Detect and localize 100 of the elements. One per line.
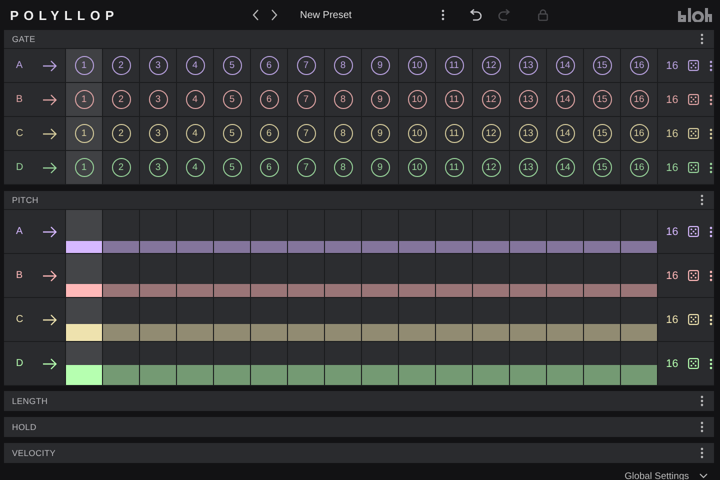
step-cell[interactable]: 11 — [436, 151, 472, 184]
step-cell[interactable]: 12 — [473, 49, 509, 82]
step-button[interactable]: 14 — [556, 56, 574, 75]
step-button[interactable]: 4 — [186, 124, 204, 143]
collapsed-section[interactable]: VELOCITY — [4, 443, 714, 463]
preset-name[interactable]: New Preset — [300, 10, 352, 20]
step-cell[interactable]: 13 — [510, 151, 546, 184]
step-cell[interactable]: 6 — [251, 117, 287, 150]
step-button[interactable]: 16 — [630, 158, 648, 177]
step-cell[interactable]: 3 — [140, 49, 176, 82]
step-button[interactable]: 9 — [370, 124, 390, 143]
step-cell[interactable]: 8 — [325, 117, 361, 150]
step-button[interactable]: 1 — [74, 90, 94, 109]
step-cell[interactable]: 4 — [177, 117, 213, 150]
length-value[interactable]: 16 — [666, 226, 678, 238]
step-cell[interactable]: 1 — [66, 117, 102, 150]
step-button[interactable]: 7 — [296, 158, 316, 177]
step-button[interactable]: 6 — [260, 56, 278, 75]
step-button[interactable]: 5 — [222, 124, 242, 143]
step-button[interactable]: 1 — [74, 124, 94, 143]
step-cell[interactable]: 14 — [547, 117, 583, 150]
step-button[interactable]: 10 — [408, 158, 426, 177]
step-cell[interactable]: 9 — [362, 117, 398, 150]
step-cell[interactable]: 6 — [251, 83, 287, 116]
step-cell[interactable]: 10 — [399, 151, 435, 184]
step-button[interactable]: 11 — [444, 90, 464, 109]
step-cell[interactable]: 12 — [473, 83, 509, 116]
step-button[interactable]: 3 — [148, 124, 168, 143]
step-button[interactable]: 3 — [148, 56, 168, 75]
step-cell[interactable]: 12 — [473, 117, 509, 150]
step-button[interactable]: 2 — [112, 56, 130, 75]
step-cell[interactable]: 10 — [399, 83, 435, 116]
length-value[interactable]: 16 — [666, 314, 678, 326]
step-button[interactable]: 14 — [556, 124, 574, 143]
step-cell[interactable]: 1 — [66, 151, 102, 184]
step-button[interactable]: 15 — [592, 158, 612, 177]
length-value[interactable]: 16 — [666, 270, 678, 282]
step-button[interactable]: 13 — [518, 158, 538, 177]
step-button[interactable]: 9 — [370, 90, 390, 109]
step-button[interactable]: 9 — [370, 56, 390, 75]
step-cell[interactable]: 1 — [66, 83, 102, 116]
step-cell[interactable]: 16 — [621, 151, 657, 184]
step-cell[interactable]: 2 — [103, 83, 139, 116]
step-button[interactable]: 11 — [444, 158, 464, 177]
step-button[interactable]: 13 — [518, 124, 538, 143]
step-button[interactable]: 15 — [592, 56, 612, 75]
step-button[interactable]: 11 — [444, 56, 464, 75]
step-cell[interactable]: 13 — [510, 83, 546, 116]
step-cell[interactable]: 10 — [399, 117, 435, 150]
step-cell[interactable]: 8 — [325, 151, 361, 184]
step-cell[interactable]: 4 — [177, 83, 213, 116]
step-button[interactable]: 12 — [482, 56, 500, 75]
step-button[interactable]: 1 — [74, 158, 94, 177]
step-button[interactable]: 15 — [592, 124, 612, 143]
step-button[interactable]: 8 — [334, 56, 352, 75]
step-button[interactable]: 7 — [296, 90, 316, 109]
step-cell[interactable]: 16 — [621, 49, 657, 82]
step-cell[interactable]: 13 — [510, 117, 546, 150]
step-button[interactable]: 2 — [112, 90, 130, 109]
step-cell[interactable]: 13 — [510, 49, 546, 82]
step-cell[interactable]: 4 — [177, 49, 213, 82]
step-button[interactable]: 2 — [112, 158, 130, 177]
step-button[interactable]: 2 — [112, 124, 130, 143]
step-button[interactable]: 16 — [630, 90, 648, 109]
step-button[interactable]: 13 — [518, 56, 538, 75]
step-cell[interactable]: 5 — [214, 49, 250, 82]
step-button[interactable]: 8 — [334, 124, 352, 143]
step-cell[interactable]: 16 — [621, 117, 657, 150]
step-cell[interactable]: 6 — [251, 49, 287, 82]
step-cell[interactable]: 9 — [362, 151, 398, 184]
step-button[interactable]: 11 — [444, 124, 464, 143]
step-button[interactable]: 3 — [148, 90, 168, 109]
step-button[interactable]: 12 — [482, 124, 500, 143]
length-value[interactable]: 16 — [666, 128, 678, 140]
step-button[interactable]: 7 — [296, 124, 316, 143]
step-button[interactable]: 9 — [370, 158, 390, 177]
step-button[interactable]: 16 — [630, 56, 648, 75]
step-button[interactable]: 14 — [556, 158, 574, 177]
length-value[interactable]: 16 — [666, 94, 678, 106]
step-cell[interactable]: 8 — [325, 83, 361, 116]
step-cell[interactable]: 10 — [399, 49, 435, 82]
step-button[interactable]: 4 — [186, 56, 204, 75]
step-cell[interactable]: 3 — [140, 151, 176, 184]
step-cell[interactable]: 9 — [362, 83, 398, 116]
step-cell[interactable]: 7 — [288, 117, 324, 150]
step-cell[interactable]: 11 — [436, 117, 472, 150]
step-button[interactable]: 8 — [334, 90, 352, 109]
step-cell[interactable]: 14 — [547, 151, 583, 184]
step-cell[interactable]: 3 — [140, 117, 176, 150]
step-cell[interactable]: 15 — [584, 49, 620, 82]
step-button[interactable]: 10 — [408, 124, 426, 143]
step-cell[interactable]: 2 — [103, 117, 139, 150]
step-button[interactable]: 16 — [630, 124, 648, 143]
step-button[interactable]: 6 — [260, 124, 278, 143]
step-button[interactable]: 13 — [518, 90, 538, 109]
step-button[interactable]: 15 — [592, 90, 612, 109]
step-cell[interactable]: 8 — [325, 49, 361, 82]
step-button[interactable]: 10 — [408, 90, 426, 109]
step-button[interactable]: 4 — [186, 158, 204, 177]
step-cell[interactable]: 15 — [584, 151, 620, 184]
